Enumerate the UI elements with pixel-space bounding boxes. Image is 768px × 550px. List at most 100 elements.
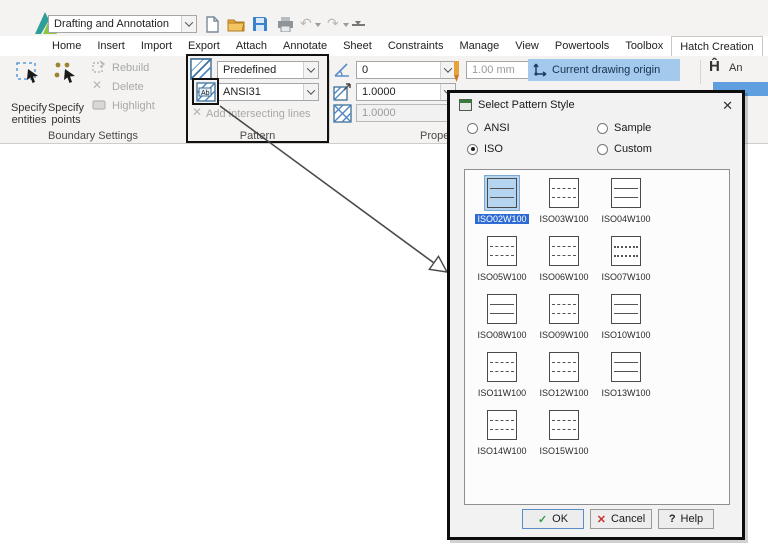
tab-insert[interactable]: Insert: [89, 36, 133, 56]
pattern-swatch[interactable]: [485, 176, 519, 210]
pattern-type-select[interactable]: Predefined: [217, 61, 319, 79]
workspace-select[interactable]: Drafting and Annotation: [48, 15, 197, 33]
pattern-item-iso15w100[interactable]: ISO15W100: [533, 408, 595, 466]
pattern-line: [552, 197, 576, 198]
pattern-item-iso08w100[interactable]: ISO08W100: [471, 292, 533, 350]
tab-hatch-creation[interactable]: Hatch Creation: [671, 36, 762, 56]
radio-circle-custom[interactable]: [597, 144, 608, 155]
save-icon[interactable]: [252, 16, 268, 32]
new-document-icon[interactable]: [204, 16, 220, 33]
tab-sheet[interactable]: Sheet: [335, 36, 380, 56]
pattern-item-label: ISO03W100: [539, 214, 588, 224]
pattern-swatch[interactable]: [547, 176, 581, 210]
pattern-item-iso07w100[interactable]: ISO07W100: [595, 234, 657, 292]
pattern-type-dropdown-button[interactable]: [303, 62, 318, 78]
close-icon[interactable]: ✕: [722, 99, 733, 112]
tab-manage[interactable]: Manage: [451, 36, 507, 56]
radio-iso[interactable]: ISO: [467, 143, 503, 155]
pattern-swatch-preview: [487, 236, 517, 266]
pattern-name-dropdown-button[interactable]: [303, 84, 318, 100]
hatch-spacing-value: 1.0000: [362, 107, 396, 119]
help-button-label: Help: [681, 513, 704, 525]
pattern-swatch[interactable]: [547, 408, 581, 442]
tab-home[interactable]: Home: [44, 36, 89, 56]
pattern-item-iso06w100[interactable]: ISO06W100: [533, 234, 595, 292]
hatch-scale-icon[interactable]: [333, 82, 352, 101]
pattern-list[interactable]: ISO02W100ISO03W100ISO04W100ISO05W100ISO0…: [464, 169, 730, 505]
pattern-item-iso13w100[interactable]: ISO13W100: [595, 350, 657, 408]
tab-export[interactable]: Export: [180, 36, 228, 56]
redo-dropdown-icon[interactable]: [343, 23, 349, 27]
radio-custom[interactable]: Custom: [597, 143, 652, 155]
tab-attach[interactable]: Attach: [228, 36, 275, 56]
pattern-swatch-preview: [549, 236, 579, 266]
highlight-icon: [92, 99, 106, 111]
check-icon: ✓: [538, 513, 547, 526]
help-button[interactable]: ? Help: [658, 509, 714, 529]
workspace-dropdown-button[interactable]: [181, 16, 196, 32]
print-icon[interactable]: [277, 17, 294, 32]
pattern-swatch[interactable]: [485, 350, 519, 384]
pattern-line: [552, 304, 576, 305]
pattern-item-iso09w100[interactable]: ISO09W100: [533, 292, 595, 350]
pattern-item-iso14w100[interactable]: ISO14W100: [471, 408, 533, 466]
pen-width-icon: [452, 60, 461, 83]
radio-circle-iso[interactable]: [467, 144, 478, 155]
pattern-name-value: ANSI31: [218, 86, 303, 98]
pattern-item-iso11w100[interactable]: ISO11W100: [471, 350, 533, 408]
pattern-swatch-preview: [487, 352, 517, 382]
radio-label: ISO: [484, 143, 503, 155]
pattern-swatch[interactable]: [547, 350, 581, 384]
pattern-swatch[interactable]: [609, 350, 643, 384]
tab-toolbox[interactable]: Toolbox: [617, 36, 671, 56]
pattern-swatch[interactable]: [547, 292, 581, 326]
annotative-label: An: [729, 62, 742, 74]
specify-points-label-1[interactable]: Specify: [43, 102, 89, 114]
tab-constraints[interactable]: Constraints: [380, 36, 452, 56]
pattern-item-label: ISO04W100: [601, 214, 650, 224]
radio-circle-sample[interactable]: [597, 123, 608, 134]
hatch-angle-icon[interactable]: [333, 60, 351, 78]
pattern-swatch[interactable]: [609, 176, 643, 210]
specify-points-label-2[interactable]: points: [43, 114, 89, 126]
open-file-icon[interactable]: [227, 17, 245, 32]
tab-annotate[interactable]: Annotate: [275, 36, 335, 56]
tab-view[interactable]: View: [507, 36, 547, 56]
radio-ansi[interactable]: ANSI: [467, 122, 510, 134]
pattern-swatch[interactable]: [485, 234, 519, 268]
specify-entities-icon[interactable]: [16, 61, 42, 85]
pattern-swatch[interactable]: [485, 292, 519, 326]
annotative-icon[interactable]: Ĥ: [709, 58, 720, 75]
pattern-swatch-icon[interactable]: Ab: [196, 82, 216, 102]
hatch-angle-select[interactable]: 0: [356, 61, 456, 79]
redo-icon[interactable]: ↷: [327, 15, 339, 32]
pattern-type-icon[interactable]: [190, 58, 212, 80]
radio-sample[interactable]: Sample: [597, 122, 651, 134]
specify-points-icon[interactable]: [53, 61, 79, 85]
pattern-item-label: ISO12W100: [539, 388, 588, 398]
ok-button[interactable]: ✓ OK: [522, 509, 584, 529]
pattern-item-iso05w100[interactable]: ISO05W100: [471, 234, 533, 292]
current-drawing-origin-button[interactable]: Current drawing origin: [528, 59, 680, 81]
pattern-item-iso03w100[interactable]: ISO03W100: [533, 176, 595, 234]
radio-circle-ansi[interactable]: [467, 123, 478, 134]
chevron-down-icon: [307, 64, 315, 72]
pattern-swatch[interactable]: [485, 408, 519, 442]
cancel-button[interactable]: ✕ Cancel: [590, 509, 652, 529]
pattern-swatch[interactable]: [609, 234, 643, 268]
pattern-line: [552, 246, 576, 247]
dialog-titlebar[interactable]: Select Pattern Style ✕: [450, 93, 742, 117]
pattern-item-iso02w100[interactable]: ISO02W100: [471, 176, 533, 234]
pattern-swatch[interactable]: [609, 292, 643, 326]
tab-powertools[interactable]: Powertools: [547, 36, 617, 56]
tab-import[interactable]: Import: [133, 36, 180, 56]
pattern-name-select[interactable]: ANSI31: [217, 83, 319, 101]
hatch-scale-select[interactable]: 1.0000: [356, 83, 456, 101]
pattern-swatch[interactable]: [547, 234, 581, 268]
boundary-settings-panel-label: Boundary Settings: [0, 130, 186, 142]
undo-dropdown-icon[interactable]: [315, 23, 321, 27]
pattern-item-iso10w100[interactable]: ISO10W100: [595, 292, 657, 350]
undo-icon[interactable]: ↶: [300, 15, 312, 32]
pattern-item-iso04w100[interactable]: ISO04W100: [595, 176, 657, 234]
pattern-item-iso12w100[interactable]: ISO12W100: [533, 350, 595, 408]
